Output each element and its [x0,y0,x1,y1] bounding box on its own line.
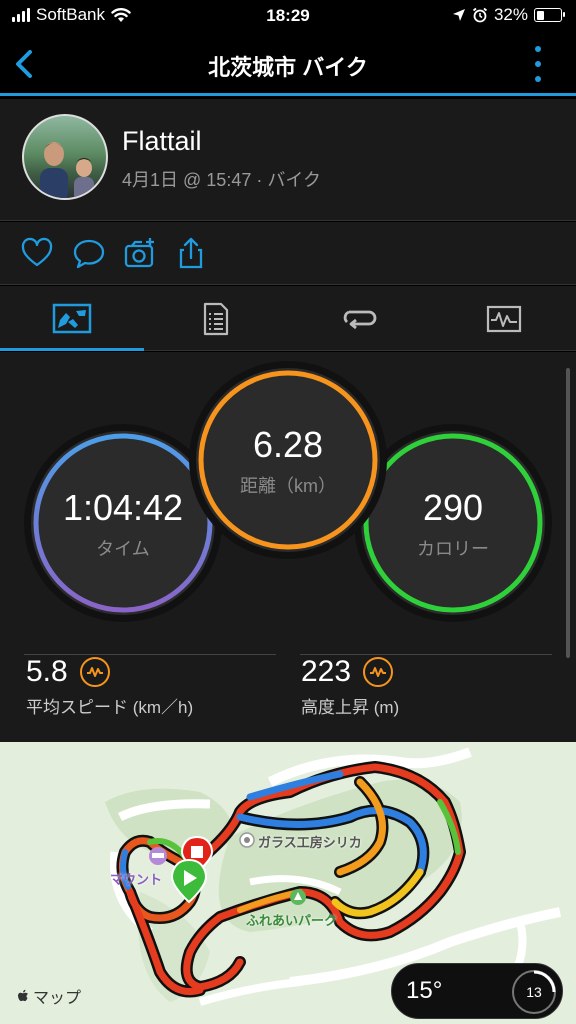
aqi-indicator: 13 [512,970,556,1014]
stats-icon [52,303,92,333]
activity-header: Flattail 4月1日 @ 15:47 · バイク [0,99,576,221]
laps-icon [343,310,377,329]
avg-speed-label: 平均スピード (km／h) [26,698,194,717]
nav-bar: 北茨城市 バイク [0,32,576,96]
scrollbar[interactable] [566,368,570,658]
activity-tabs [0,286,576,351]
battery-icon [534,8,565,22]
avg-speed-value: 5.8 [26,655,68,688]
map-label-glass: ガラス工房シリカ [258,835,362,850]
distance-label: 距離（km） [240,476,336,496]
tab-details[interactable] [144,286,288,351]
tab-stats[interactable] [0,286,144,351]
alarm-icon [472,7,488,23]
more-options-icon[interactable] [534,46,542,82]
activity-datetime: 4月1日 @ 15:47 · バイク [122,170,321,190]
location-arrow-icon [452,9,465,21]
aqi-ring [533,970,556,993]
elevation-metric: 223 高度上昇 (m) [301,655,399,718]
elevation-value: 223 [301,655,352,688]
avg-speed-metric: 5.8 平均スピード (km／h) [26,655,193,718]
charts-icon [486,305,522,332]
user-name[interactable]: Flattail [122,126,202,157]
time-label: タイム [96,539,150,559]
map-label-mount: マウント [110,872,163,887]
camera-add-icon[interactable] [123,236,157,270]
calories-label: カロリー [417,539,489,559]
action-bar [0,222,576,285]
time-value: 1:04:42 [62,487,184,528]
page-title: 北茨城市 バイク [208,55,368,80]
temperature-value: 15° [406,977,443,1004]
stats-panel: 1:04:42 タイム 290 カロリー 6.28 距離（km） 5.8 平均ス… [0,352,576,742]
comment-icon[interactable] [72,236,106,270]
heart-icon[interactable] [20,236,54,270]
apple-maps-attribution[interactable]: マップ [16,984,81,1008]
battery-percent: 32% [493,5,528,24]
elevation-label: 高度上昇 (m) [301,698,400,717]
tab-indicator [0,348,144,351]
pulse-wave-icon[interactable] [79,657,110,687]
avatar-photo [40,142,94,198]
battery-fill [536,10,544,20]
weather-badge: 15° 13 [391,963,563,1019]
tab-charts[interactable] [432,286,576,351]
avatar[interactable] [22,114,108,200]
apple-logo-icon [18,989,28,1002]
tab-laps[interactable] [288,286,432,351]
pulse-wave-icon[interactable] [363,657,394,687]
status-bar: SoftBank 18:29 32% [0,0,576,32]
status-right: 32% [452,5,565,25]
share-icon[interactable] [174,236,208,270]
details-icon [203,302,229,335]
map-label-fureai: ふれあいパーク [246,913,338,928]
route-map[interactable]: ガラス工房シリカ ふれあいパーク マウント マップ 15° 13 [0,742,576,1024]
distance-value: 6.28 [252,424,324,465]
calories-value: 290 [422,487,484,528]
apple-maps-text: マップ [33,990,82,1007]
distance-gauge: 6.28 距離（km） [189,361,387,559]
